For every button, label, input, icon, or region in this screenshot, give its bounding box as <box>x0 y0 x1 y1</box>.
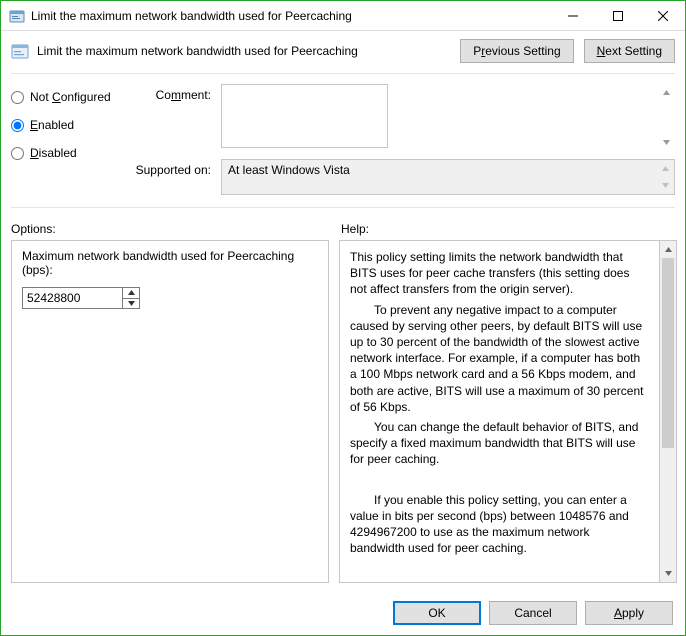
radio-not-configured[interactable]: Not Configured <box>11 90 131 104</box>
scroll-up-icon[interactable] <box>660 241 677 258</box>
help-paragraph: This policy setting limits the network b… <box>350 249 645 298</box>
comment-label: Comment: <box>131 84 211 102</box>
help-paragraph: You can change the default behavior of B… <box>350 419 645 468</box>
app-icon <box>9 8 25 24</box>
help-paragraph: If you enable this policy setting, you c… <box>350 492 645 557</box>
options-panel: Maximum network bandwidth used for Peerc… <box>11 240 329 583</box>
ok-button[interactable]: OK <box>393 601 481 625</box>
apply-button[interactable]: Apply <box>585 601 673 625</box>
options-label: Options: <box>11 222 321 236</box>
help-panel: This policy setting limits the network b… <box>339 240 660 583</box>
radio-disabled[interactable]: Disabled <box>11 146 131 160</box>
help-text: This policy setting limits the network b… <box>350 249 649 574</box>
policy-dialog: Limit the maximum network bandwidth used… <box>0 0 686 636</box>
scroll-down-icon[interactable] <box>658 134 675 151</box>
spinner-down-button[interactable] <box>123 298 139 309</box>
next-setting-button[interactable]: Next Setting <box>584 39 675 63</box>
window-title: Limit the maximum network bandwidth used… <box>31 9 550 23</box>
divider <box>11 207 675 208</box>
bandwidth-spinner <box>22 287 318 309</box>
supported-label: Supported on: <box>131 159 211 177</box>
help-paragraph: To prevent any negative impact to a comp… <box>350 302 645 415</box>
cancel-button[interactable]: Cancel <box>489 601 577 625</box>
maximize-button[interactable] <box>595 1 640 30</box>
bandwidth-input[interactable] <box>22 287 122 309</box>
divider <box>11 73 675 74</box>
minimize-button[interactable] <box>550 1 595 30</box>
header: Limit the maximum network bandwidth used… <box>1 31 685 71</box>
help-scrollbar[interactable] <box>660 240 677 583</box>
scroll-up-icon[interactable] <box>657 160 674 177</box>
supported-on-value: At least Windows Vista <box>228 163 350 177</box>
spinner-up-button[interactable] <box>123 288 139 298</box>
scroll-up-icon[interactable] <box>658 84 675 101</box>
radio-enabled[interactable]: Enabled <box>11 118 131 132</box>
header-title: Limit the maximum network bandwidth used… <box>37 44 460 58</box>
bandwidth-field-label: Maximum network bandwidth used for Peerc… <box>22 249 318 277</box>
scroll-down-icon[interactable] <box>660 565 677 582</box>
state-radios: Not Configured Enabled Disabled <box>11 84 131 195</box>
radio-not-configured-input[interactable] <box>11 91 24 104</box>
footer: OK Cancel Apply <box>1 591 685 635</box>
previous-setting-button[interactable]: Previous Setting <box>460 39 573 63</box>
close-button[interactable] <box>640 1 685 30</box>
titlebar: Limit the maximum network bandwidth used… <box>1 1 685 31</box>
supported-on-field: At least Windows Vista <box>221 159 675 195</box>
comment-field[interactable] <box>221 84 388 148</box>
help-label: Help: <box>341 222 369 236</box>
radio-enabled-input[interactable] <box>11 119 24 132</box>
radio-disabled-input[interactable] <box>11 147 24 160</box>
scrollbar-thumb[interactable] <box>662 258 674 448</box>
policy-icon <box>11 42 29 60</box>
scroll-down-icon[interactable] <box>657 177 674 194</box>
